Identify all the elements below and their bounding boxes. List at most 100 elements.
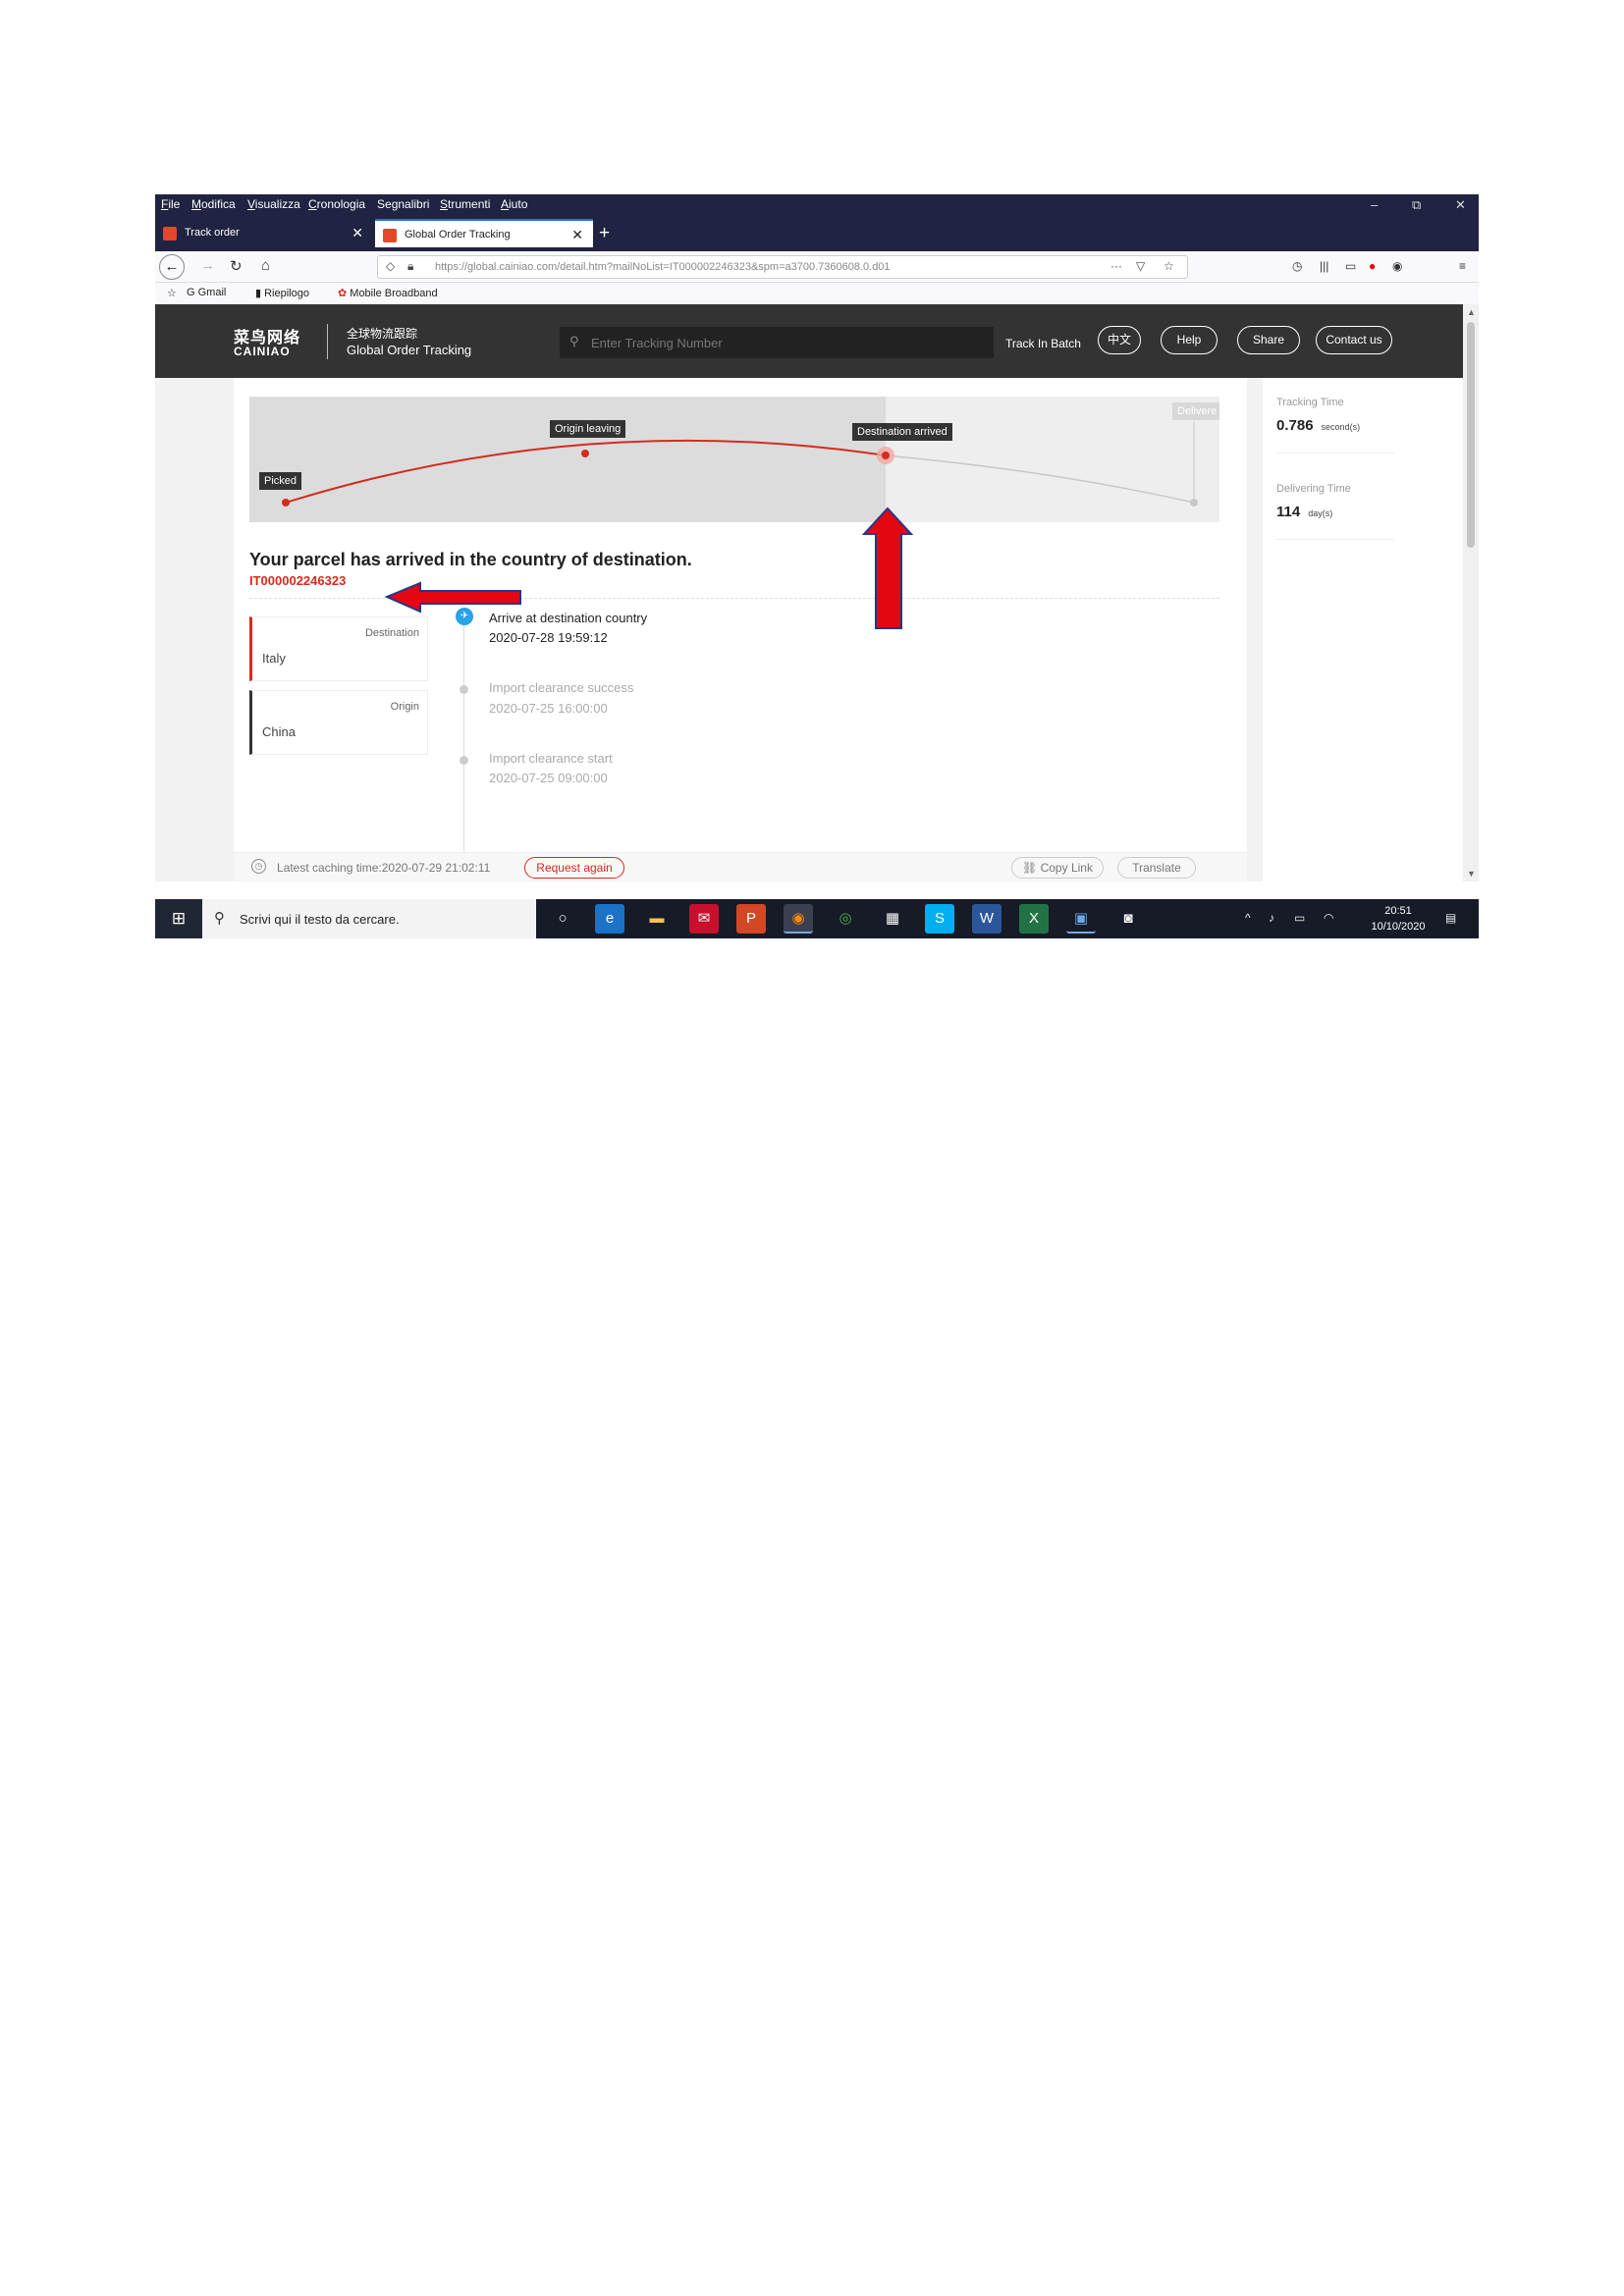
clock-date: 10/10/2020 [1371,921,1426,933]
pocket-icon[interactable]: ▽ [1136,259,1145,273]
task-view-icon[interactable]: ○ [548,904,577,934]
windows-taskbar: ⊞ ⚲ Scrivi qui il testo da cercare. ○ e … [155,899,1479,938]
url-bar[interactable]: ◇ 🔒︎ https://global.cainiao.com/detail.h… [377,255,1188,279]
menu-aiuto[interactable]: Aiuto [501,197,527,211]
tab-global-order-tracking[interactable]: Global Order Tracking ✕ [375,219,593,247]
reload-button[interactable]: ↻ [230,257,243,275]
chrome-icon[interactable]: ◎ [831,904,860,934]
scroll-down-icon[interactable]: ▼ [1467,869,1476,879]
battery-icon[interactable]: ▭ [1294,911,1305,925]
divider [1276,453,1394,454]
edge-icon[interactable]: e [595,904,624,934]
bookmark-gmail[interactable]: G Gmail [187,287,226,298]
bookmark-star-icon[interactable]: ☆ [1164,259,1174,273]
tab-track-order[interactable]: Track order ✕ [155,219,373,247]
search-placeholder: Enter Tracking Number [591,336,723,350]
page-actions-icon[interactable]: ··· [1110,259,1122,273]
origin-box: Origin China [249,690,428,755]
volume-icon[interactable]: ♪ [1269,911,1274,925]
lock-icon[interactable]: 🔒︎ [407,259,413,274]
wifi-icon[interactable]: ◠ [1324,911,1333,925]
menu-file[interactable]: File [161,197,180,211]
copy-link-label: Copy Link [1040,861,1093,875]
tracking-time-unit: second(s) [1321,422,1361,432]
firefox-icon[interactable]: ◉ [784,904,813,934]
navigation-bar: ← → ↻ ⌂ ◇ 🔒︎ https://global.cainiao.com/… [155,251,1479,283]
logo-en[interactable]: CAINIAO [234,345,291,358]
tracking-footer: ◷ Latest caching time:2020-07-29 21:02:1… [234,852,1247,881]
route-curve [282,422,1198,507]
file-explorer-icon[interactable]: ▬ [642,904,672,934]
bookmarks-toolbar: ☆ G Gmail ▮ Riepilogo ✿ Mobile Broadband [155,283,1479,304]
destination-arrived-label: Destination arrived [852,423,952,441]
excel-icon[interactable]: X [1019,904,1049,934]
plane-icon: ✈ [456,608,473,625]
menu-visualizza[interactable]: Visualizza [247,197,300,211]
bookmark-mobile-broadband[interactable]: ✿ Mobile Broadband [338,287,438,299]
camera-icon[interactable]: ◙ [1113,904,1143,934]
history-icon[interactable]: ◷ [1292,259,1302,273]
scroll-up-icon[interactable]: ▲ [1467,307,1476,317]
menu-strumenti[interactable]: Strumenti [440,197,490,211]
library-icon[interactable]: ||| [1320,259,1328,273]
close-tab-icon[interactable]: ✕ [571,227,583,243]
hamburger-menu-icon[interactable]: ≡ [1459,259,1466,273]
web-viewport: 菜鸟网络 CAINIAO 全球物流跟踪 Global Order Trackin… [155,304,1463,881]
calculator-icon[interactable]: ▦ [878,904,907,934]
menu-segnalibri[interactable]: Segnalibri [377,197,429,211]
taskbar-search-input[interactable]: ⚲ Scrivi qui il testo da cercare. [202,899,536,938]
contact-us-button[interactable]: Contact us [1316,326,1392,354]
request-again-button[interactable]: Request again [524,857,624,879]
bookmarks-icon[interactable]: ☆ [167,287,177,299]
bookmark-riepilogo[interactable]: ▮ Riepilogo [255,287,309,299]
menu-cronologia[interactable]: Cronologia [308,197,365,211]
close-tab-icon[interactable]: ✕ [352,225,363,241]
bookmark-label: Mobile Broadband [350,288,438,299]
tracking-search-input[interactable]: ⚲ Enter Tracking Number [560,327,994,358]
scrollbar-thumb[interactable] [1467,322,1475,548]
share-button[interactable]: Share [1237,326,1300,354]
tagline-en: Global Order Tracking [347,343,472,357]
timeline-dot [460,685,468,694]
app-window-icon[interactable]: ▣ [1066,904,1096,934]
timeline-dot [460,756,468,765]
forward-button[interactable]: → [200,257,215,274]
url-text[interactable]: https://global.cainiao.com/detail.htm?ma… [435,261,1103,273]
account-icon[interactable]: ◉ [1392,259,1402,273]
mail-icon[interactable]: ✉ [689,904,719,934]
tray-chevron-icon[interactable]: ^ [1245,911,1251,925]
powerpoint-icon[interactable]: P [736,904,766,934]
aliexpress-favicon-icon [163,227,177,240]
menu-modifica[interactable]: Modifica [191,197,236,211]
translate-button[interactable]: Translate [1117,857,1196,879]
shield-icon[interactable]: ◇ [386,259,395,273]
skype-icon[interactable]: S [925,904,954,934]
clock[interactable]: 20:51 10/10/2020 [1361,903,1435,934]
tab-title: Track order [185,227,240,239]
logo-separator [327,324,328,359]
new-tab-button[interactable]: + [599,223,610,244]
language-button[interactable]: 中文 [1098,326,1141,354]
origin-value: China [262,724,296,739]
page-scrollbar[interactable]: ▲ ▼ [1463,304,1479,881]
restore-icon[interactable]: ⧉ [1412,197,1421,213]
minimize-icon[interactable]: – [1371,197,1378,212]
word-icon[interactable]: W [972,904,1001,934]
event-time: 2020-07-25 16:00:00 [489,701,608,716]
close-window-icon[interactable]: ✕ [1455,197,1466,213]
copy-link-button[interactable]: ⛓ Copy Link [1011,857,1104,879]
sidebar-icon[interactable]: ▭ [1345,259,1356,273]
search-icon: ⚲ [214,910,225,927]
notifications-icon[interactable]: ▤ [1445,911,1456,925]
event-time: 2020-07-28 19:59:12 [489,630,608,645]
tracking-content: Picked Origin leaving Destination arrive… [234,378,1247,881]
tracking-time-number: 0.786 [1276,417,1314,434]
track-in-batch-link[interactable]: Track In Batch [1005,337,1081,350]
back-button[interactable]: ← [159,254,185,280]
adblock-icon[interactable]: ● [1369,259,1376,273]
windows-start-icon[interactable]: ⊞ [155,899,202,938]
home-button[interactable]: ⌂ [261,257,270,274]
origin-leaving-label: Origin leaving [550,420,626,438]
site-header: 菜鸟网络 CAINIAO 全球物流跟踪 Global Order Trackin… [155,304,1463,378]
help-button[interactable]: Help [1161,326,1218,354]
